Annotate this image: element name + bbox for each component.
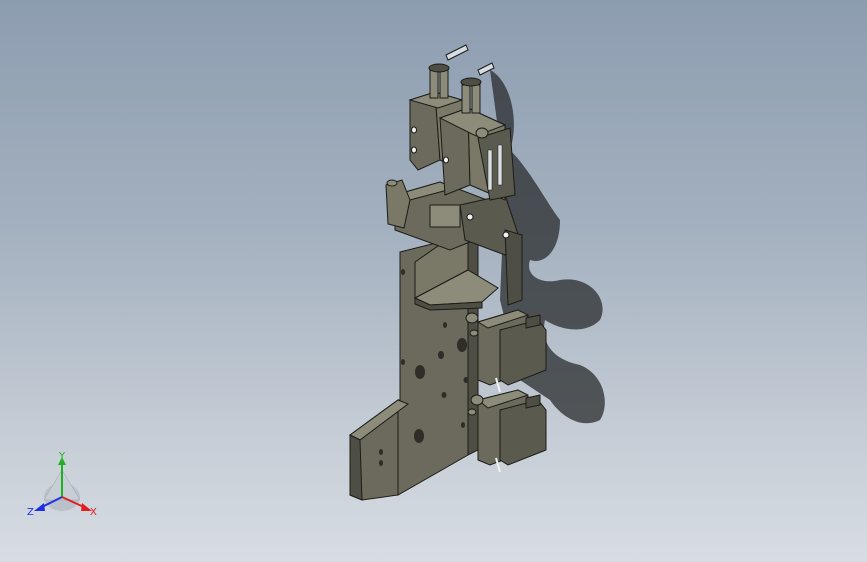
x-axis-label: X: [90, 507, 97, 518]
cylinder-right[interactable]: [438, 62, 516, 201]
z-axis-label: Z: [27, 507, 34, 518]
model-canvas[interactable]: Y X Z: [0, 0, 867, 562]
graphics-viewport[interactable]: Y X Z: [0, 0, 867, 562]
orientation-triad[interactable]: Y X Z: [27, 451, 97, 518]
y-axis-label: Y: [58, 451, 66, 462]
z-axis-arrow: [34, 503, 45, 511]
gripper-lower[interactable]: [467, 389, 547, 473]
